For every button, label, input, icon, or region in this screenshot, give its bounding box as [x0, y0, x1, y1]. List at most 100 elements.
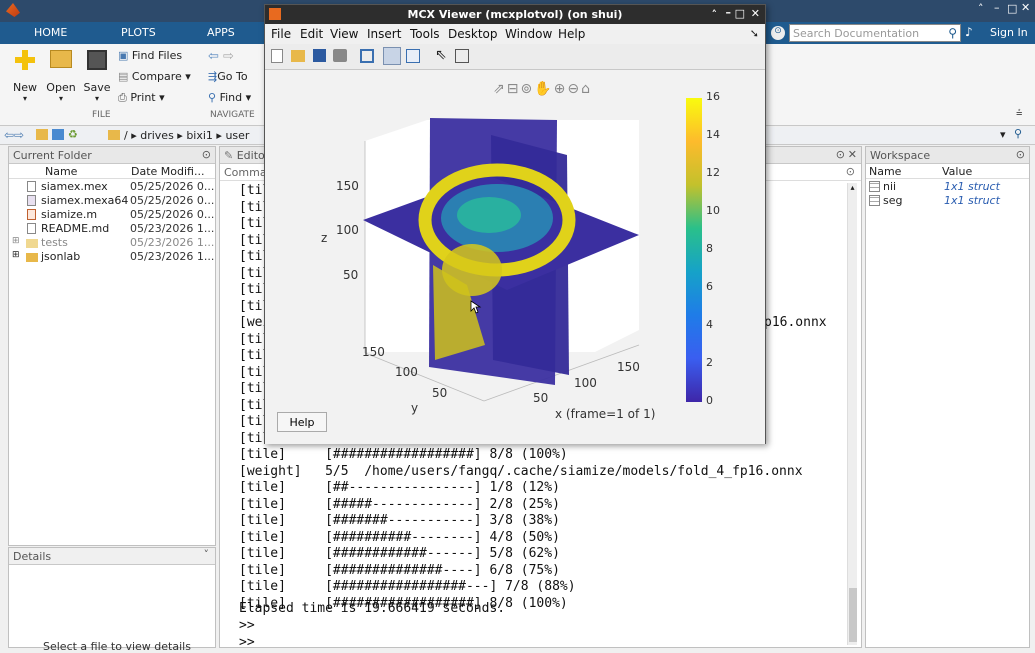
var-value: 1x1 struct: [944, 194, 1000, 207]
sign-in-link[interactable]: Sign In: [990, 26, 1028, 39]
command-window-tab[interactable]: Comma: [224, 166, 267, 179]
up-folder-icon[interactable]: [36, 129, 48, 140]
maximize-icon[interactable]: □: [1007, 2, 1017, 15]
breadcrumb-drives[interactable]: drives: [140, 129, 174, 142]
print-figure-icon[interactable]: [333, 49, 347, 62]
scroll-thumb[interactable]: [849, 588, 857, 642]
menu-file[interactable]: File: [271, 27, 291, 41]
menu-edit[interactable]: Edit: [300, 27, 323, 41]
open-dropdown-icon[interactable]: ▾: [46, 94, 76, 103]
panel-menu-icon[interactable]: ⊙: [202, 148, 211, 161]
breadcrumb-users[interactable]: user: [225, 129, 249, 142]
pointer-icon[interactable]: ⇖: [435, 47, 447, 63]
menu-window[interactable]: Window: [505, 27, 552, 41]
figure-canvas[interactable]: ⇗⊟⊚✋⊕⊖⌂ 150 100 50 z 150 100 50 y 150 10…: [265, 70, 765, 444]
prompt-line[interactable]: >>: [239, 618, 255, 633]
col-date[interactable]: Date Modifi...: [131, 165, 204, 178]
menu-view[interactable]: View: [330, 27, 358, 41]
col-value[interactable]: Value: [942, 165, 972, 178]
colorbar-tick: 14: [706, 128, 720, 141]
search-documentation-input[interactable]: Search Documentation ⚲: [789, 24, 961, 42]
expand-icon[interactable]: ⊞: [12, 236, 20, 246]
list-item[interactable]: ⊞ tests 05/23/2026 1...: [9, 236, 215, 250]
list-item[interactable]: siamize.m 05/25/2026 0...: [9, 208, 215, 222]
list-item[interactable]: siamex.mex 05/25/2026 0...: [9, 180, 215, 194]
figure-maximize-icon[interactable]: □: [735, 7, 745, 20]
figure-minimize-icon[interactable]: –: [726, 6, 732, 19]
save-button[interactable]: Save ▾: [82, 50, 112, 103]
tab-plots[interactable]: PLOTS: [121, 26, 156, 39]
table-row[interactable]: nii 1x1 struct: [866, 180, 1029, 194]
open-file-icon[interactable]: [291, 50, 305, 62]
link-plot-icon[interactable]: [360, 49, 374, 63]
figure-titlebar[interactable]: MCX Viewer (mcxplotvol) (on shui) ˄ – □ …: [265, 5, 765, 24]
goto-button[interactable]: ⇶Go To: [208, 70, 248, 83]
table-row[interactable]: seg 1x1 struct: [866, 194, 1029, 208]
property-inspector-icon[interactable]: [455, 49, 469, 63]
address-search-icon[interactable]: ⚲: [1014, 127, 1022, 140]
find-button[interactable]: ⚲ Find ▾: [208, 91, 251, 104]
editor-tab[interactable]: Edito: [237, 149, 265, 162]
save-figure-icon[interactable]: [313, 49, 326, 62]
list-item[interactable]: siamex.mexa64 05/25/2026 0...: [9, 194, 215, 208]
panel-menu-icon[interactable]: ⊙: [836, 148, 845, 161]
rotate-icon[interactable]: ⊚: [520, 81, 534, 97]
help-dropdown-icon[interactable]: ⊙: [771, 26, 785, 40]
print-button[interactable]: ⎙ Print ▾: [118, 91, 165, 105]
find-files-button[interactable]: ▣ Find Files: [118, 49, 182, 62]
breadcrumb[interactable]: / ▸ drives ▸ bixi1 ▸ user: [124, 129, 249, 142]
zoom-in-icon[interactable]: ⊕: [554, 81, 568, 97]
tab-apps[interactable]: APPS: [207, 26, 235, 39]
breadcrumb-bixi1[interactable]: bixi1: [186, 129, 213, 142]
compare-button[interactable]: ▤ Compare ▾: [118, 70, 191, 83]
collapse-ribbon-icon[interactable]: ⩮: [1016, 106, 1022, 120]
open-button[interactable]: Open ▾: [46, 50, 76, 103]
figure-close-icon[interactable]: ✕: [751, 7, 760, 20]
menu-help[interactable]: Help: [558, 27, 585, 41]
colorbar-tick: 10: [706, 204, 720, 217]
help-button[interactable]: Help: [277, 412, 327, 432]
col-name[interactable]: Name: [45, 165, 77, 178]
save-dropdown-icon[interactable]: ▾: [82, 94, 112, 103]
new-button[interactable]: New ▾: [10, 50, 40, 103]
window-min-icon[interactable]: –: [994, 1, 1000, 14]
home-icon[interactable]: ⌂: [581, 81, 592, 97]
minimize-icon[interactable]: ˄: [978, 2, 984, 15]
zoom-out-icon[interactable]: ⊖: [567, 81, 581, 97]
address-dropdown-icon[interactable]: ▾: [1000, 128, 1006, 141]
panel-menu-icon[interactable]: ⊙: [846, 165, 855, 178]
browse-icon[interactable]: [52, 129, 64, 140]
close-icon[interactable]: ✕: [1021, 1, 1030, 14]
new-dropdown-icon[interactable]: ▾: [10, 94, 40, 103]
list-item[interactable]: README.md 05/23/2026 1...: [9, 222, 215, 236]
brush-icon[interactable]: ⊟: [507, 81, 521, 97]
vertical-scrollbar[interactable]: ▴: [847, 183, 857, 645]
legend-icon[interactable]: [406, 49, 420, 63]
x-tick-50: 50: [533, 391, 549, 405]
figure-rollup-icon[interactable]: ˄: [712, 8, 718, 21]
menu-desktop[interactable]: Desktop: [448, 27, 498, 41]
new-figure-icon[interactable]: [271, 49, 283, 63]
list-item[interactable]: ⊞ jsonlab 05/23/2026 1...: [9, 250, 215, 264]
panel-close-icon[interactable]: ✕: [848, 148, 857, 161]
notification-bell-icon[interactable]: ♪: [965, 25, 973, 39]
scroll-up-icon[interactable]: ▴: [848, 183, 857, 192]
details-expand-icon[interactable]: ˅: [204, 548, 210, 561]
mcx-viewer-window[interactable]: MCX Viewer (mcxplotvol) (on shui) ˄ – □ …: [264, 4, 766, 444]
panel-menu-icon[interactable]: ⊙: [1016, 148, 1025, 161]
dock-arrow-icon[interactable]: ➘: [750, 27, 759, 40]
expand-icon[interactable]: ⊞: [12, 250, 20, 260]
colorbar-toggle-icon[interactable]: [383, 47, 401, 65]
tab-home[interactable]: HOME: [34, 26, 67, 39]
menu-tools[interactable]: Tools: [410, 27, 440, 41]
export-icon[interactable]: ⇗: [493, 81, 507, 97]
nav-arrows-icon[interactable]: ⇦⇨: [4, 128, 24, 142]
col-name[interactable]: Name: [869, 165, 901, 178]
refresh-icon[interactable]: ♻: [68, 128, 78, 141]
back-forward-arrows[interactable]: ⇦ ⇨: [208, 49, 234, 64]
colorbar[interactable]: [686, 98, 702, 402]
pan-icon[interactable]: ✋: [534, 81, 553, 97]
m-file-icon: [27, 209, 36, 220]
menu-insert[interactable]: Insert: [367, 27, 401, 41]
breadcrumb-root[interactable]: /: [124, 129, 128, 142]
